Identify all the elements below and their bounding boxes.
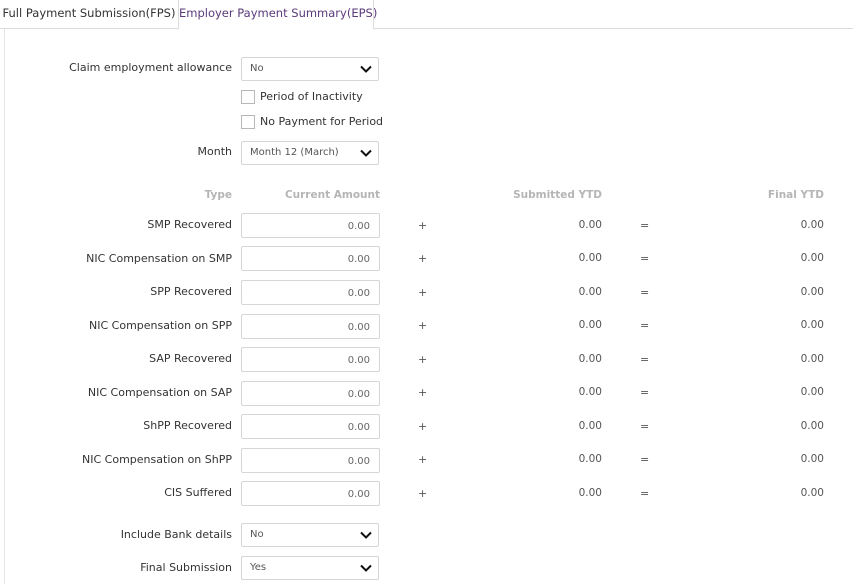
row-type-label: CIS Suffered: [164, 486, 232, 499]
submitted-ytd-value: 0.00: [578, 319, 602, 331]
current-amount-value: 0.00: [347, 254, 370, 265]
period-of-inactivity-label: Period of Inactivity: [260, 90, 363, 103]
submitted-ytd-value: 0.00: [578, 487, 602, 499]
submitted-ytd-value: 0.00: [578, 420, 602, 432]
plus-sign: +: [418, 487, 428, 500]
claim-employment-allowance-select[interactable]: No: [241, 57, 379, 81]
equals-sign: =: [640, 386, 650, 399]
equals-sign: =: [640, 487, 650, 500]
equals-sign: =: [640, 219, 650, 232]
row-type-label: SAP Recovered: [149, 352, 232, 365]
equals-sign: =: [640, 453, 650, 466]
current-amount-value: 0.00: [347, 389, 370, 400]
no-payment-for-period-label: No Payment for Period: [260, 115, 384, 128]
equals-sign: =: [640, 286, 650, 299]
tab-fps[interactable]: Full Payment Submission(FPS): [0, 0, 178, 29]
row-type-label: SPP Recovered: [150, 285, 232, 298]
row-type-label: NIC Compensation on SPP: [89, 319, 232, 332]
current-amount-value: 0.00: [347, 489, 370, 500]
current-amount-input[interactable]: 0.00: [241, 246, 380, 271]
submitted-ytd-value: 0.00: [578, 252, 602, 264]
plus-sign: +: [418, 386, 428, 399]
current-amount-input[interactable]: 0.00: [241, 381, 380, 406]
period-of-inactivity-checkbox[interactable]: [241, 90, 255, 104]
current-amount-input[interactable]: 0.00: [241, 280, 380, 305]
submitted-ytd-value: 0.00: [578, 353, 602, 365]
equals-sign: =: [640, 353, 650, 366]
plus-sign: +: [418, 286, 428, 299]
current-amount-value: 0.00: [347, 422, 370, 433]
month-value: Month 12 (March): [250, 147, 339, 158]
header-type: Type: [204, 189, 232, 201]
row-type-label: ShPP Recovered: [143, 419, 232, 432]
current-amount-value: 0.00: [347, 456, 370, 467]
current-amount-input[interactable]: 0.00: [241, 481, 380, 506]
row-type-label: SMP Recovered: [147, 218, 232, 231]
plus-sign: +: [418, 252, 428, 265]
row-type-label: NIC Compensation on SMP: [86, 252, 232, 265]
include-bank-details-label: Include Bank details: [120, 528, 232, 541]
no-payment-for-period-checkbox[interactable]: [241, 115, 255, 129]
current-amount-input[interactable]: 0.00: [241, 448, 380, 473]
claim-employment-allowance-label: Claim employment allowance: [69, 61, 232, 74]
include-bank-details-select[interactable]: No: [241, 523, 379, 547]
header-submitted-ytd: Submitted YTD: [513, 189, 602, 201]
final-ytd-value: 0.00: [800, 319, 824, 331]
final-submission-value: Yes: [250, 562, 267, 573]
final-ytd-value: 0.00: [800, 386, 824, 398]
panel-border: [4, 29, 5, 584]
chevron-down-icon: [360, 531, 372, 539]
tab-eps[interactable]: Employer Payment Summary(EPS): [178, 0, 377, 30]
current-amount-value: 0.00: [347, 221, 370, 232]
current-amount-value: 0.00: [347, 322, 370, 333]
current-amount-input[interactable]: 0.00: [241, 314, 380, 339]
equals-sign: =: [640, 252, 650, 265]
submitted-ytd-value: 0.00: [578, 386, 602, 398]
chevron-down-icon: [360, 149, 372, 157]
final-submission-label: Final Submission: [140, 561, 232, 574]
chevron-down-icon: [360, 65, 372, 73]
plus-sign: +: [418, 353, 428, 366]
month-select[interactable]: Month 12 (March): [241, 141, 379, 165]
current-amount-input[interactable]: 0.00: [241, 213, 380, 238]
plus-sign: +: [418, 319, 428, 332]
current-amount-input[interactable]: 0.00: [241, 414, 380, 439]
include-bank-details-value: No: [250, 529, 264, 540]
final-ytd-value: 0.00: [800, 252, 824, 264]
final-submission-select[interactable]: Yes: [241, 556, 379, 580]
row-type-label: NIC Compensation on ShPP: [82, 453, 232, 466]
current-amount-value: 0.00: [347, 355, 370, 366]
final-ytd-value: 0.00: [800, 286, 824, 298]
plus-sign: +: [418, 420, 428, 433]
final-ytd-value: 0.00: [800, 219, 824, 231]
equals-sign: =: [640, 319, 650, 332]
current-amount-value: 0.00: [347, 288, 370, 299]
final-ytd-value: 0.00: [800, 453, 824, 465]
submitted-ytd-value: 0.00: [578, 286, 602, 298]
current-amount-input[interactable]: 0.00: [241, 347, 380, 372]
final-ytd-value: 0.00: [800, 353, 824, 365]
month-label: Month: [197, 145, 232, 158]
chevron-down-icon: [360, 564, 372, 572]
header-final-ytd: Final YTD: [767, 189, 824, 201]
final-ytd-value: 0.00: [800, 420, 824, 432]
plus-sign: +: [418, 453, 428, 466]
equals-sign: =: [640, 420, 650, 433]
claim-employment-allowance-value: No: [250, 63, 264, 74]
submitted-ytd-value: 0.00: [578, 453, 602, 465]
row-type-label: NIC Compensation on SAP: [87, 386, 232, 399]
final-ytd-value: 0.00: [800, 487, 824, 499]
tab-bar: Full Payment Submission(FPS) Employer Pa…: [0, 0, 853, 30]
plus-sign: +: [418, 219, 428, 232]
header-current-amount: Current Amount: [284, 189, 380, 201]
submitted-ytd-value: 0.00: [578, 219, 602, 231]
